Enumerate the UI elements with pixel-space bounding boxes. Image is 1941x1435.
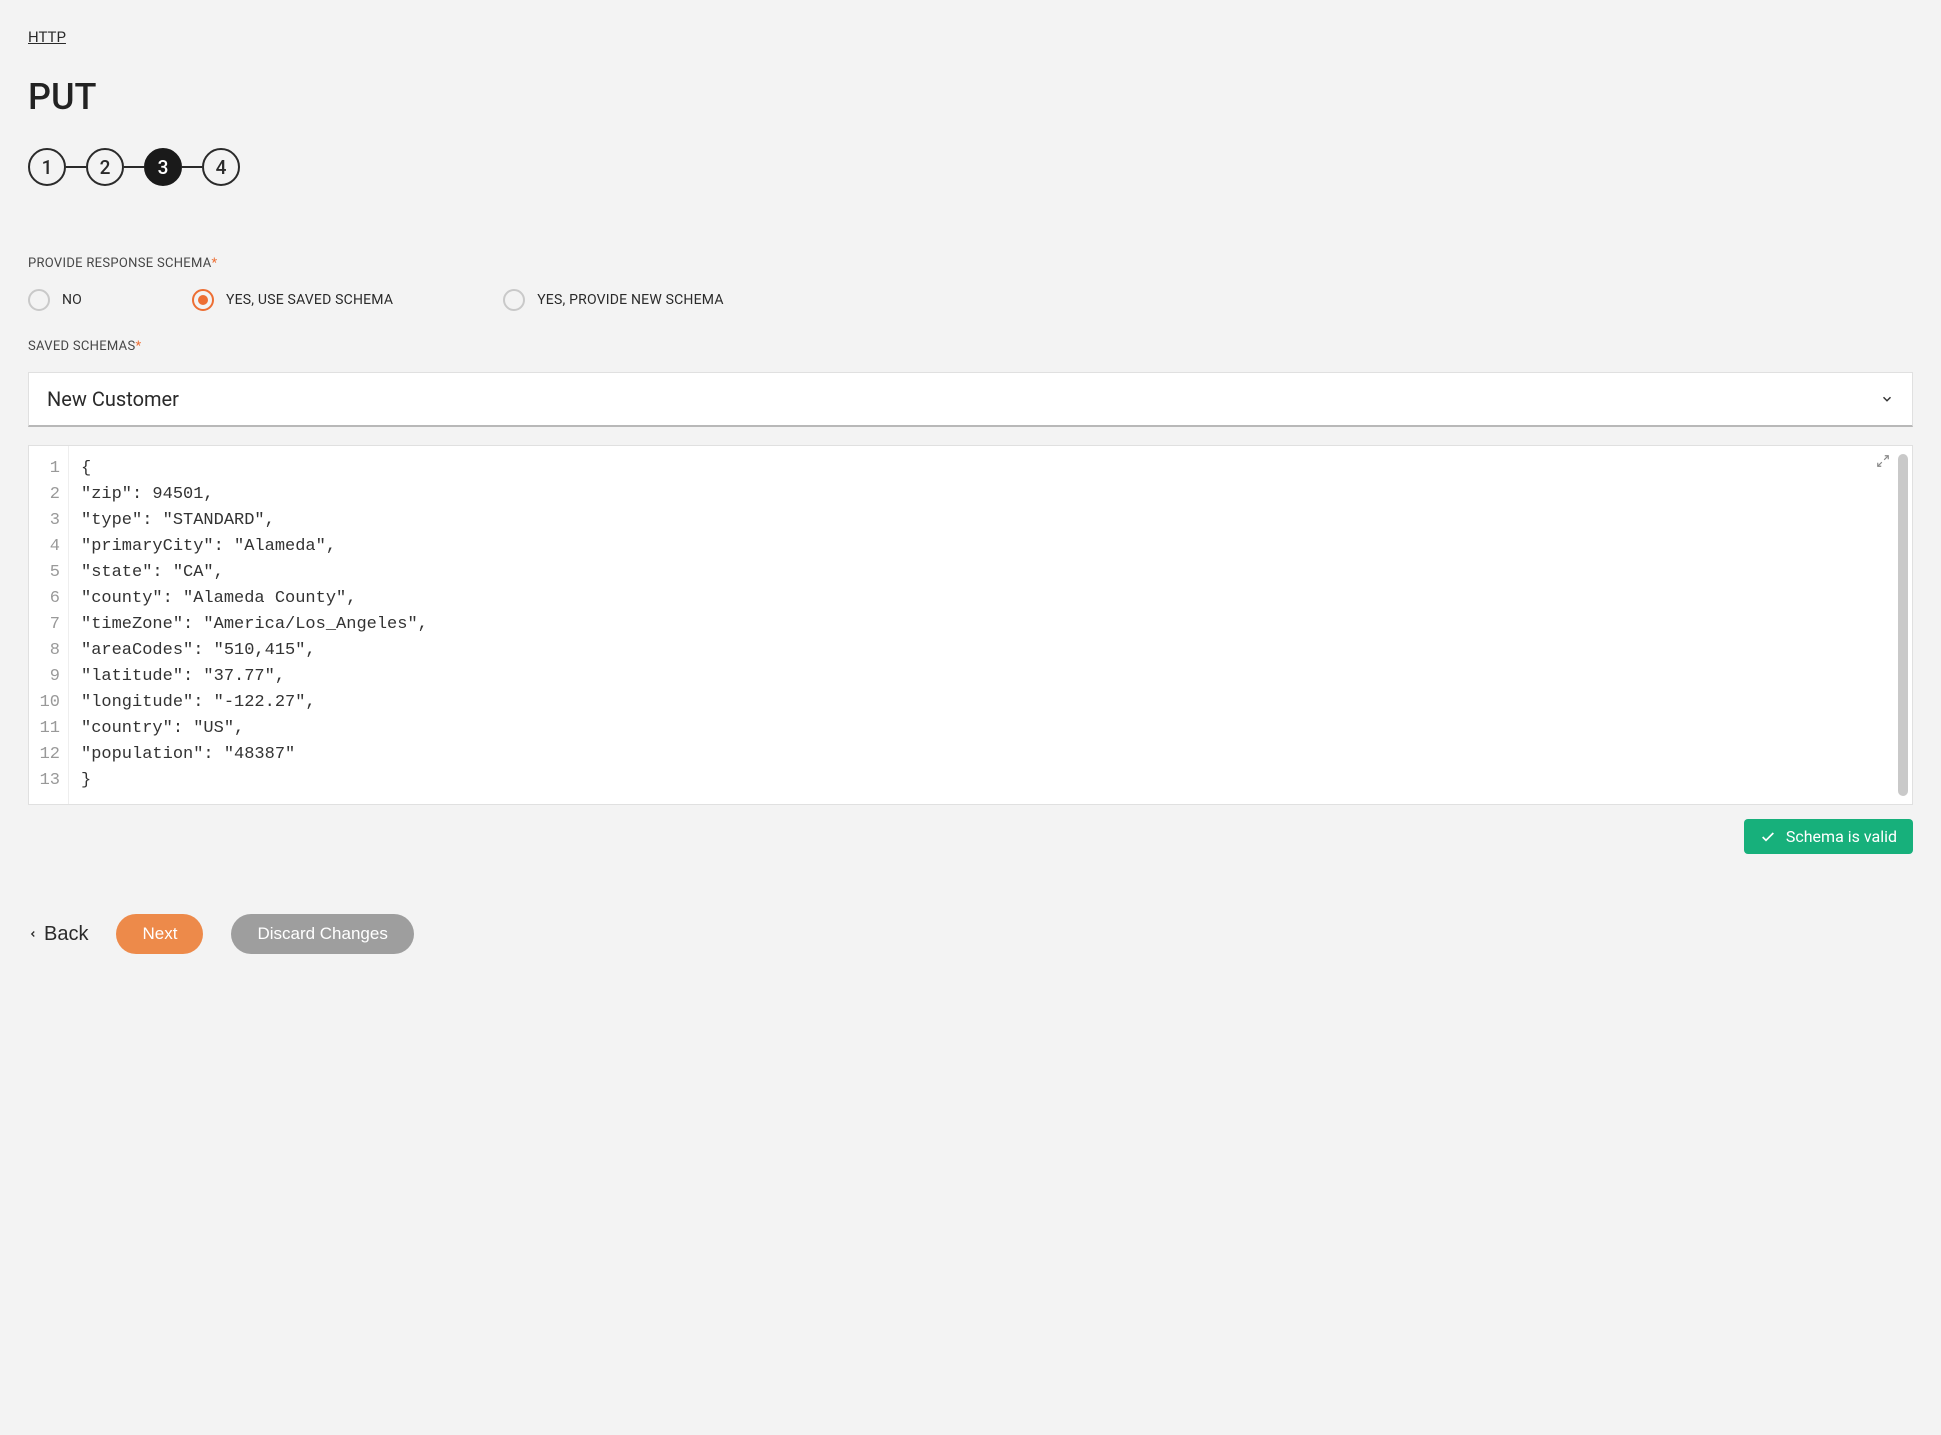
- validation-row: Schema is valid: [28, 819, 1913, 854]
- select-value: New Customer: [47, 387, 179, 411]
- step-3[interactable]: 3: [144, 148, 182, 186]
- chevron-left-icon: [28, 926, 38, 942]
- radio-icon: [192, 289, 214, 311]
- radio-label: YES, PROVIDE NEW SCHEMA: [537, 292, 723, 308]
- back-label: Back: [44, 923, 88, 946]
- saved-schemas-label: SAVED SCHEMAS*: [28, 339, 1913, 354]
- chevron-down-icon: [1880, 392, 1894, 406]
- page-title: PUT: [28, 76, 1913, 118]
- label-text: PROVIDE RESPONSE SCHEMA: [28, 256, 212, 271]
- radio-label: NO: [62, 292, 82, 308]
- radio-option-saved-schema[interactable]: YES, USE SAVED SCHEMA: [192, 289, 393, 311]
- step-connector: [182, 166, 202, 168]
- required-marker: *: [212, 256, 218, 271]
- next-button[interactable]: Next: [116, 914, 203, 954]
- schema-valid-badge: Schema is valid: [1744, 819, 1913, 854]
- radio-option-no[interactable]: NO: [28, 289, 82, 311]
- breadcrumb-http[interactable]: HTTP: [28, 28, 66, 46]
- step-connector: [124, 166, 144, 168]
- step-1[interactable]: 1: [28, 148, 66, 186]
- validation-message: Schema is valid: [1786, 827, 1897, 846]
- back-button[interactable]: Back: [28, 923, 88, 946]
- discard-changes-button[interactable]: Discard Changes: [231, 914, 413, 954]
- scrollbar[interactable]: [1898, 454, 1908, 796]
- required-marker: *: [135, 339, 141, 354]
- radio-icon: [503, 289, 525, 311]
- footer-buttons: Back Next Discard Changes: [28, 914, 1913, 954]
- response-schema-radio-group: NO YES, USE SAVED SCHEMA YES, PROVIDE NE…: [28, 289, 1913, 311]
- response-schema-label: PROVIDE RESPONSE SCHEMA*: [28, 256, 1913, 271]
- code-content[interactable]: {"zip": 94501,"type": "STANDARD","primar…: [69, 446, 1912, 804]
- radio-icon: [28, 289, 50, 311]
- saved-schemas-select[interactable]: New Customer: [28, 372, 1913, 427]
- step-2[interactable]: 2: [86, 148, 124, 186]
- schema-code-editor[interactable]: 12345678910111213 {"zip": 94501,"type": …: [28, 445, 1913, 805]
- stepper: 1 2 3 4: [28, 148, 1913, 186]
- radio-dot-icon: [198, 295, 208, 305]
- label-text: SAVED SCHEMAS: [28, 339, 135, 354]
- step-4[interactable]: 4: [202, 148, 240, 186]
- step-connector: [66, 166, 86, 168]
- expand-icon[interactable]: [1876, 454, 1890, 468]
- radio-label: YES, USE SAVED SCHEMA: [226, 292, 393, 308]
- check-icon: [1760, 829, 1776, 845]
- radio-option-new-schema[interactable]: YES, PROVIDE NEW SCHEMA: [503, 289, 723, 311]
- code-gutter: 12345678910111213: [29, 446, 69, 804]
